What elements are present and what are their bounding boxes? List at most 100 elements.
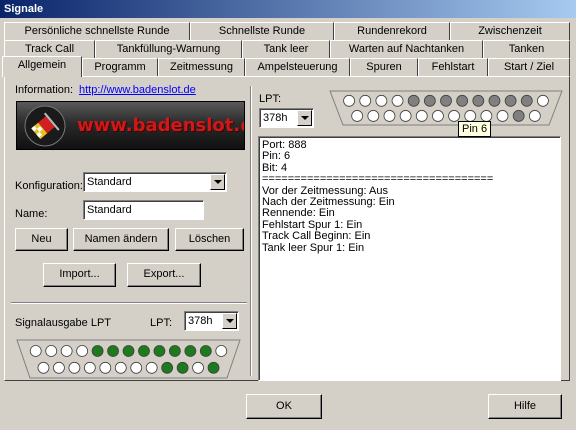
loeschen-button[interactable]: Löschen	[175, 228, 244, 251]
lpt-monitor-pin[interactable]	[407, 94, 420, 107]
name-input[interactable]: Standard	[83, 200, 204, 220]
signalausgabe-pin[interactable]	[192, 361, 204, 374]
konfiguration-label: Konfiguration:	[15, 180, 83, 192]
lpt-monitor-pin[interactable]	[472, 94, 485, 107]
signalausgabe-pin[interactable]	[153, 345, 166, 357]
ok-button[interactable]: OK	[246, 394, 322, 419]
log-line: ====================================	[262, 173, 494, 186]
signalausgabe-pin[interactable]	[130, 361, 143, 374]
information-label: Information:	[15, 84, 74, 96]
lpt-monitor-pin[interactable]	[391, 94, 404, 107]
signalausgabe-pin[interactable]	[122, 345, 135, 357]
lpt-monitor-pin[interactable]	[496, 110, 509, 122]
chevron-down-icon[interactable]	[222, 313, 237, 329]
lpt-monitor-label: LPT:	[259, 93, 282, 105]
vertical-divider	[250, 86, 252, 376]
signalausgabe-pin[interactable]	[68, 361, 81, 374]
signalausgabe-pin[interactable]	[145, 361, 158, 374]
tab-zeitmessung[interactable]: Zeitmessung	[158, 58, 245, 77]
lpt-monitor-pin[interactable]	[343, 94, 355, 107]
lpt-monitor-pin[interactable]	[464, 110, 477, 122]
hilfe-button[interactable]: Hilfe	[488, 394, 562, 419]
lpt-monitor-pin[interactable]	[383, 110, 396, 122]
lpt-monitor-pin[interactable]	[423, 94, 436, 107]
signalausgabe-pin[interactable]	[45, 345, 58, 357]
lpt-monitor-pin[interactable]	[351, 110, 364, 122]
lpt-monitor-value: 378h	[263, 112, 288, 124]
lpt-monitor-pin[interactable]	[448, 110, 460, 122]
tab-rundenrekord[interactable]: Rundenrekord	[334, 22, 450, 41]
lpt-monitor-pin[interactable]	[399, 110, 412, 122]
signalausgabe-connector	[16, 339, 241, 379]
signalausgabe-pin[interactable]	[161, 361, 174, 374]
lpt-monitor-pin[interactable]	[456, 94, 469, 107]
lpt-monitor-pin[interactable]	[537, 94, 549, 107]
import-button[interactable]: Import...	[43, 263, 116, 287]
logo-text: www.badenslot.de	[77, 115, 244, 136]
signalausgabe-pin[interactable]	[91, 345, 104, 357]
lpt-monitor-pin[interactable]	[528, 110, 541, 122]
tab-row-2: Track Call Tankfüllung-Warnung Tank leer…	[0, 40, 576, 59]
tab-warten-auf-nachtanken[interactable]: Warten auf Nachtanken	[330, 40, 483, 59]
log-memo[interactable]: Port: 888 Pin: 6 Bit: 4 ===================…	[258, 136, 561, 381]
lpt-monitor-pin[interactable]	[367, 110, 380, 122]
lpt-monitor-pin[interactable]	[359, 94, 372, 107]
signalausgabe-pin[interactable]	[29, 345, 42, 357]
tab-start-ziel[interactable]: Start / Ziel	[488, 58, 570, 77]
log-line: Tank leer Spur 1: Ein	[262, 241, 365, 254]
signalausgabe-pin[interactable]	[83, 361, 96, 374]
lpt-monitor-select[interactable]: 378h	[259, 108, 314, 128]
tab-row-1: Persönliche schnellste Runde Schnellste …	[0, 22, 576, 41]
chevron-down-icon[interactable]	[210, 174, 225, 190]
flag-icon	[24, 105, 66, 147]
signalausgabe-pin[interactable]	[37, 361, 50, 374]
lpt-monitor-pin[interactable]	[415, 110, 428, 122]
tab-programm[interactable]: Programm	[82, 58, 158, 77]
signalausgabe-pin[interactable]	[114, 361, 127, 374]
signalausgabe-lpt-select[interactable]: 378h	[184, 311, 239, 331]
signalausgabe-pin[interactable]	[76, 345, 89, 357]
signalausgabe-pin[interactable]	[107, 345, 119, 357]
lpt-monitor-pin[interactable]	[480, 110, 493, 122]
signalausgabe-pin[interactable]	[176, 361, 189, 374]
lpt-monitor-pin[interactable]	[488, 94, 501, 107]
konfiguration-select[interactable]: Standard	[83, 172, 227, 192]
lpt-monitor-pin[interactable]	[432, 110, 444, 122]
tab-tank-leer[interactable]: Tank leer	[242, 40, 330, 59]
tab-persoenliche-schnellste-runde[interactable]: Persönliche schnellste Runde	[4, 22, 190, 41]
tab-allgemein[interactable]: Allgemein	[2, 56, 82, 77]
tab-tankfuellung-warnung[interactable]: Tankfüllung-Warnung	[95, 40, 242, 59]
log-line: Port: 888	[262, 139, 307, 151]
lpt-monitor-pin[interactable]	[375, 94, 388, 107]
tab-fehlstart[interactable]: Fehlstart	[418, 58, 488, 77]
signalausgabe-pin[interactable]	[168, 345, 181, 357]
badenslot-logo: www.badenslot.de	[16, 101, 245, 150]
tab-zwischenzeit[interactable]: Zwischenzeit	[450, 22, 570, 41]
signalausgabe-pin[interactable]	[215, 345, 228, 357]
lpt-monitor-connector	[329, 90, 563, 126]
signalausgabe-pin[interactable]	[184, 345, 197, 357]
signalausgabe-pin[interactable]	[60, 345, 73, 357]
chevron-down-icon[interactable]	[297, 110, 312, 126]
namen-aendern-button[interactable]: Namen ändern	[73, 228, 169, 251]
tab-tanken[interactable]: Tanken	[483, 40, 570, 59]
lpt-monitor-pin[interactable]	[440, 94, 452, 107]
neu-button[interactable]: Neu	[15, 228, 68, 251]
lpt-monitor-pin[interactable]	[504, 94, 517, 107]
information-link[interactable]: http://www.badenslot.de	[79, 84, 196, 96]
signalausgabe-pin[interactable]	[138, 345, 150, 357]
signalausgabe-label: Signalausgabe LPT	[15, 317, 112, 329]
lpt-monitor-pin[interactable]	[520, 94, 533, 107]
tab-schnellste-runde[interactable]: Schnellste Runde	[190, 22, 334, 41]
tab-ampelsteuerung[interactable]: Ampelsteuerung	[245, 58, 350, 77]
lpt-monitor-pin[interactable]	[512, 110, 525, 122]
log-line: Pin: 6	[262, 150, 291, 163]
signalausgabe-pin[interactable]	[199, 345, 212, 357]
signalausgabe-pin[interactable]	[53, 361, 65, 374]
signalausgabe-pin[interactable]	[99, 361, 112, 374]
pin-tooltip: Pin 6	[458, 121, 492, 137]
export-button[interactable]: Export...	[127, 263, 201, 287]
signalausgabe-pin[interactable]	[207, 361, 220, 374]
window-title: Signale	[0, 0, 576, 18]
tab-spuren[interactable]: Spuren	[350, 58, 418, 77]
